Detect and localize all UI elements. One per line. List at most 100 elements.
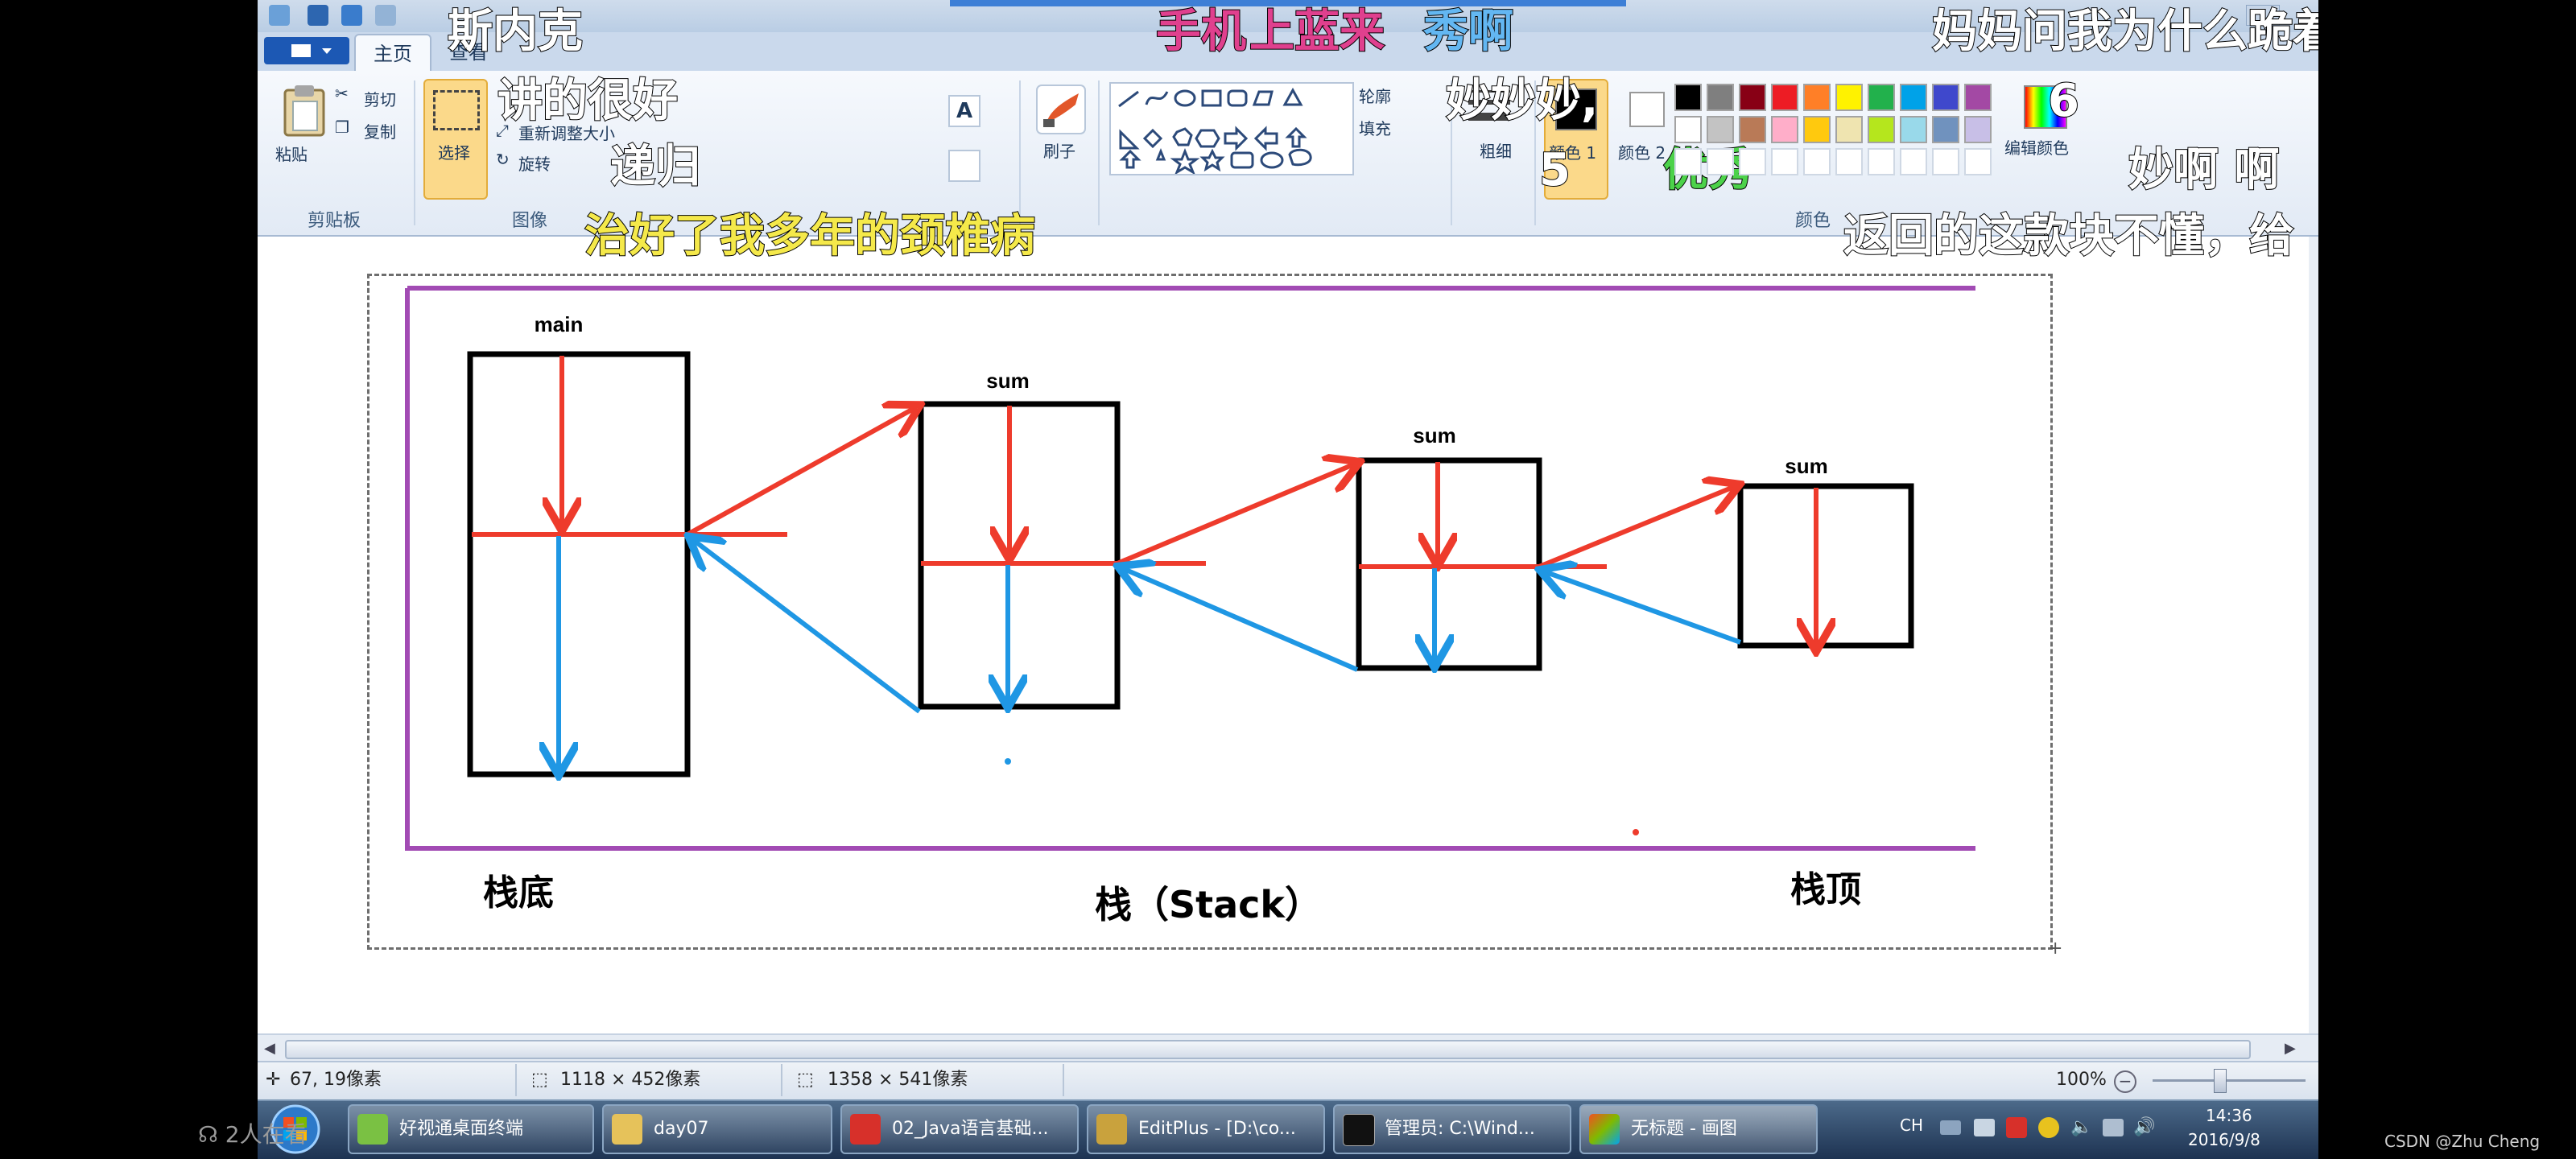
color-swatch[interactable] (1771, 84, 1798, 111)
color-swatch[interactable] (1932, 84, 1959, 111)
custom-color-slot[interactable] (1771, 148, 1798, 175)
rotate-icon[interactable]: ↻ (496, 150, 510, 169)
brush-label[interactable]: 刷子 (1043, 138, 1075, 162)
paste-label[interactable]: 粘贴 (275, 142, 308, 165)
zoom-slider-thumb[interactable] (2214, 1069, 2227, 1093)
color-swatch[interactable] (1803, 84, 1831, 111)
input-language[interactable]: CH (1900, 1116, 1923, 1135)
clock-date[interactable]: 2016/9/8 (2188, 1130, 2260, 1149)
redo-icon[interactable] (375, 5, 396, 26)
size-label[interactable]: 粗细 (1480, 138, 1512, 162)
taskbar-item-label: 好视通桌面终端 (399, 1119, 524, 1139)
volume-icon[interactable]: 🔈 (2070, 1117, 2092, 1138)
magnifier-icon[interactable] (948, 150, 980, 182)
horizontal-scroll-thumb[interactable] (285, 1040, 2251, 1059)
frame-label-main: main (535, 312, 584, 336)
color-swatch[interactable] (1707, 84, 1734, 111)
color-swatch[interactable] (1739, 116, 1766, 143)
blue-return-arrow-3 (1544, 571, 1742, 645)
frame-label-sum2: sum (1413, 423, 1455, 448)
blue-return-arrow-1 (692, 539, 921, 714)
custom-color-slot[interactable] (1803, 148, 1831, 175)
taskbar-item-pdf[interactable]: 02_Java语言基础... (840, 1104, 1079, 1154)
image-size-icon: ⬚ (797, 1070, 814, 1090)
tray-app-icon[interactable] (1974, 1119, 1995, 1136)
taskbar-item-paint[interactable]: 无标题 - 画图 (1579, 1104, 1818, 1154)
horizontal-scrollbar[interactable]: ◀ ▶ (258, 1033, 2318, 1062)
color-swatch[interactable] (1900, 84, 1927, 111)
ribbon-separator (1098, 80, 1100, 225)
copy-icon[interactable]: ❐ (335, 118, 349, 137)
tab-home[interactable]: 主页 (354, 34, 431, 72)
paste-icon[interactable] (275, 84, 335, 140)
custom-color-slot[interactable] (1964, 148, 1992, 175)
network-icon[interactable] (2103, 1119, 2124, 1136)
custom-color-slot[interactable] (1835, 148, 1863, 175)
color-swatch[interactable] (1707, 116, 1734, 143)
danmaku-comment: 妈妈问我为什么跪着看 (1931, 6, 2318, 59)
viewer-count: ☊ 2人在看 (198, 1117, 308, 1149)
zoom-slider[interactable] (2153, 1079, 2306, 1082)
color-swatch[interactable] (1674, 116, 1702, 143)
custom-color-slot[interactable] (1674, 148, 1702, 175)
color-swatch[interactable] (1900, 116, 1927, 143)
cursor-position: 67, 19像素 (290, 1070, 382, 1090)
color2-swatch (1629, 92, 1665, 127)
stack-diagram: main sum sum sum 栈底 栈（Stack） 栈顶 (405, 286, 1975, 926)
color-swatch[interactable] (1964, 84, 1992, 111)
clock-time[interactable]: 14:36 (2206, 1106, 2252, 1125)
custom-color-slot[interactable] (1900, 148, 1927, 175)
custom-color-slot[interactable] (1739, 148, 1766, 175)
color-swatch[interactable] (1771, 116, 1798, 143)
vertical-scrollbar[interactable] (2309, 237, 2318, 1033)
custom-color-slot[interactable] (1707, 148, 1734, 175)
danmaku-comment: 讲的很好 (497, 75, 679, 128)
color-swatch[interactable] (1674, 84, 1702, 111)
fill-button[interactable]: 填充 (1359, 116, 1391, 139)
taskbar-item-editplus[interactable]: EditPlus - [D:\co... (1087, 1104, 1325, 1154)
undo-icon[interactable] (341, 5, 362, 26)
speaker-icon[interactable]: 🔊 (2133, 1117, 2155, 1138)
tray-record-icon[interactable] (2006, 1117, 2027, 1138)
outline-button[interactable]: 轮廓 (1359, 84, 1391, 107)
zoom-out-button[interactable]: − (2114, 1070, 2136, 1093)
status-separator (1063, 1064, 1064, 1096)
keyboard-icon[interactable] (1940, 1120, 1961, 1135)
shapes-gallery[interactable] (1109, 82, 1354, 175)
taskbar-item-folder[interactable]: day07 (602, 1104, 832, 1154)
danmaku-comment: 返回的这款块不懂，给 (1843, 210, 2295, 263)
drawing-canvas[interactable]: + main sum sum sum 栈底 栈（Stack） 栈顶 (258, 237, 2318, 1033)
danmaku-comment: 妙啊 啊 (2128, 144, 2280, 197)
taskbar-item-meeting[interactable]: 好视通桌面终端 (348, 1104, 594, 1154)
scroll-right-icon[interactable]: ▶ (2285, 1040, 2296, 1057)
pdf-icon (850, 1114, 881, 1145)
edit-colors-button[interactable]: 编辑颜色 (2004, 135, 2069, 159)
text-tool-icon[interactable]: A (948, 95, 980, 127)
save-icon[interactable] (308, 5, 328, 26)
color-swatch[interactable] (1932, 116, 1959, 143)
color-swatch[interactable] (1835, 84, 1863, 111)
brush-icon[interactable] (1035, 84, 1087, 135)
meeting-app-icon (357, 1114, 388, 1145)
color-swatch[interactable] (1835, 116, 1863, 143)
paint-menu-button[interactable] (264, 37, 349, 64)
select-button[interactable]: 选择 (423, 79, 488, 200)
frame-label-sum3: sum (1785, 454, 1827, 478)
shapes-icons (1118, 87, 1312, 175)
custom-color-slot[interactable] (1932, 148, 1959, 175)
color-swatch[interactable] (1868, 84, 1895, 111)
cut-button[interactable]: 剪切 (364, 87, 396, 110)
tray-help-icon[interactable] (2038, 1117, 2059, 1138)
color-swatch[interactable] (1739, 84, 1766, 111)
red-dot (1633, 829, 1639, 835)
taskbar-item-cmd[interactable]: 管理员: C:\Wind... (1333, 1104, 1571, 1154)
select-label: 选择 (438, 143, 470, 163)
color-swatch[interactable] (1964, 116, 1992, 143)
custom-color-slot[interactable] (1868, 148, 1895, 175)
rotate-button[interactable]: 旋转 (518, 151, 551, 175)
copy-button[interactable]: 复制 (364, 119, 396, 142)
color-swatch[interactable] (1803, 116, 1831, 143)
watermark: CSDN @Zhu Cheng (2384, 1132, 2541, 1151)
scroll-left-icon[interactable]: ◀ (264, 1040, 275, 1057)
color-swatch[interactable] (1868, 116, 1895, 143)
